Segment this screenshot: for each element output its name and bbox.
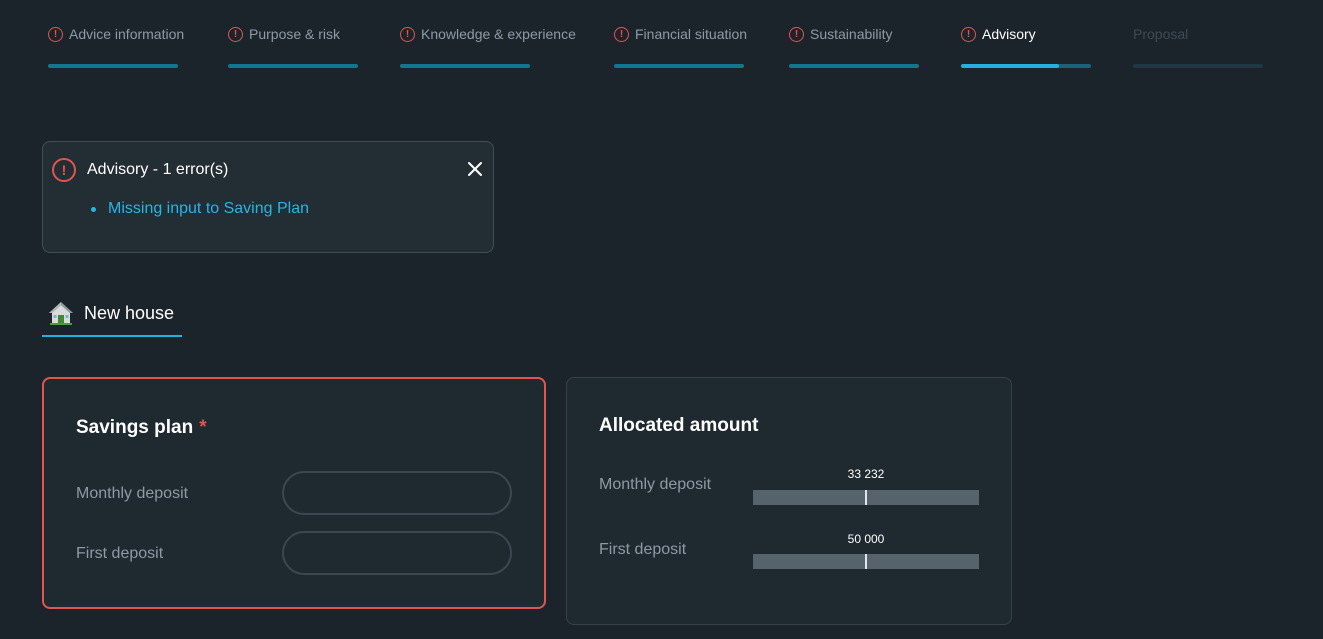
first-deposit-slider[interactable] — [753, 554, 979, 569]
step-label: Financial situation — [635, 26, 748, 42]
monthly-deposit-label: Monthly deposit — [599, 476, 712, 493]
step-progress-fill — [961, 64, 1059, 68]
bullet — [91, 206, 96, 212]
error-summary-box: ! Advisory - 1 error(s) Missing input to… — [42, 141, 494, 253]
slider-thumb[interactable] — [865, 554, 867, 569]
step-financial-situation[interactable]: ! Financial situation — [614, 24, 747, 72]
first-deposit-label: First deposit — [599, 541, 687, 558]
step-progress-bar — [1133, 64, 1263, 68]
step-label: Advisory — [982, 26, 1036, 42]
goal-tab-label: New house — [84, 303, 175, 323]
first-deposit-label: First deposit — [76, 545, 164, 562]
first-deposit-value: 50 000 — [847, 532, 885, 546]
error-link-saving-plan[interactable]: Missing input to Saving Plan — [91, 200, 309, 218]
step-sustainability[interactable]: ! Sustainability — [789, 24, 919, 72]
step-advisory[interactable]: ! Advisory — [961, 24, 1091, 72]
step-progress-bar — [48, 64, 178, 68]
step-progress-bar — [789, 64, 919, 68]
step-label: Sustainability — [810, 26, 893, 42]
goal-tab-new-house[interactable]: New house — [42, 296, 182, 337]
error-alert-icon: ! — [614, 26, 629, 42]
savings-plan-title: Savings plan * — [76, 417, 207, 439]
step-label: Knowledge & experience — [421, 26, 576, 42]
step-advice-information[interactable]: ! Advice information — [48, 24, 184, 72]
allocated-amount-title: Allocated amount — [599, 415, 759, 436]
error-alert-icon: ! — [961, 26, 976, 42]
monthly-deposit-label: Monthly deposit — [76, 485, 189, 502]
error-link-text: Missing input to Saving Plan — [108, 200, 309, 217]
error-alert-icon: ! — [228, 26, 243, 42]
alert-circle-icon: ! — [52, 158, 76, 182]
step-label: Purpose & risk — [249, 26, 341, 42]
savings-plan-title-text: Savings plan — [76, 417, 194, 438]
error-list: Missing input to Saving Plan — [91, 200, 309, 218]
step-knowledge-experience[interactable]: ! Knowledge & experience — [400, 24, 576, 72]
step-progress-bar — [400, 64, 530, 68]
step-progress-bar — [961, 64, 1091, 68]
error-alert-icon: ! — [789, 26, 804, 42]
house-icon — [49, 302, 73, 325]
error-alert-icon: ! — [400, 26, 415, 42]
step-proposal: Proposal — [1133, 24, 1263, 72]
error-summary-title: Advisory - 1 error(s) — [87, 161, 229, 178]
error-alert-icon: ! — [48, 26, 63, 42]
monthly-deposit-input[interactable] — [282, 471, 512, 515]
slider-thumb[interactable] — [865, 490, 867, 505]
monthly-deposit-slider[interactable] — [753, 490, 979, 505]
close-icon[interactable] — [466, 160, 484, 178]
monthly-deposit-value: 33 232 — [847, 467, 885, 481]
step-progress-bar — [228, 64, 358, 68]
step-label: Advice information — [69, 26, 185, 42]
required-marker: * — [199, 417, 207, 438]
step-label: Proposal — [1133, 26, 1189, 42]
step-progress-bar — [614, 64, 744, 68]
allocated-amount-card: Allocated amount Monthly deposit 33 232 … — [566, 377, 1012, 625]
first-deposit-input[interactable] — [282, 531, 512, 575]
savings-plan-card: Savings plan * Monthly deposit First depo… — [42, 377, 546, 609]
step-purpose-risk[interactable]: ! Purpose & risk — [228, 24, 358, 72]
active-tab-indicator — [42, 335, 182, 337]
